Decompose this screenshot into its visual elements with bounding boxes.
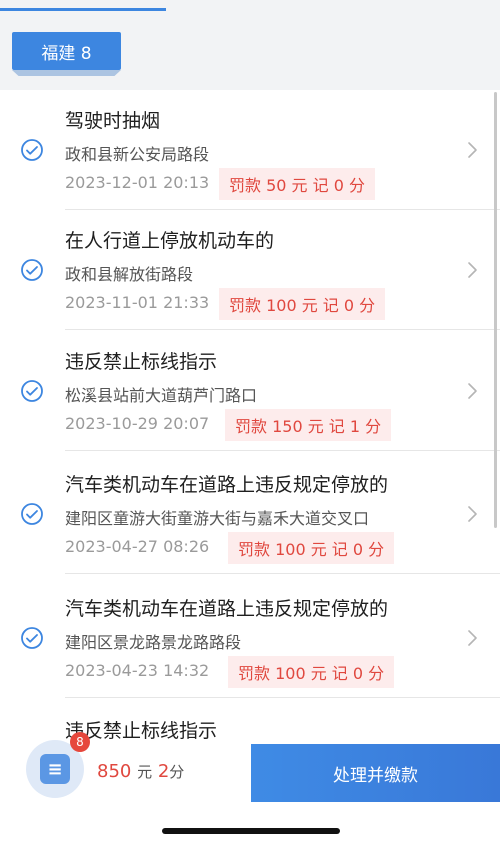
divider [65, 450, 500, 451]
home-indicator[interactable] [162, 828, 340, 834]
fine-badge: 罚款 150 元 记 1 分 [225, 409, 392, 441]
check-circle-icon[interactable] [20, 258, 44, 282]
scrollbar[interactable] [494, 92, 497, 528]
violation-place: 建阳区童游大街童游大街与嘉禾大道交叉口 [65, 509, 370, 528]
total-points-unit: 分 [169, 763, 185, 781]
violation-time: 2023-11-01 21:33 [65, 293, 210, 312]
header-area: 福建 8 [0, 0, 500, 90]
check-circle-icon[interactable] [20, 502, 44, 526]
total-amount-unit: 元 [137, 763, 153, 781]
fine-badge: 罚款 50 元 记 0 分 [219, 168, 375, 200]
chevron-right-icon[interactable] [466, 261, 480, 279]
violation-item[interactable]: 汽车类机动车在道路上违反规定停放的 建阳区景龙路景龙路路段 2023-04-23… [0, 578, 500, 698]
violation-item[interactable]: 在人行道上停放机动车的 政和县解放街路段 2023-11-01 21:33 罚款… [0, 210, 500, 330]
divider [65, 697, 500, 698]
violation-title: 汽车类机动车在道路上违反规定停放的 [65, 474, 389, 496]
chevron-right-icon[interactable] [466, 382, 480, 400]
total-amount: 850 [97, 761, 132, 782]
fine-badge: 罚款 100 元 记 0 分 [228, 532, 395, 564]
home-area [0, 802, 500, 844]
check-circle-icon[interactable] [20, 379, 44, 403]
violation-place: 政和县解放街路段 [65, 265, 194, 284]
violation-item[interactable]: 违反禁止标线指示 松溪县站前大道葫芦门路口 2023-10-29 20:07 罚… [0, 331, 500, 451]
violation-time: 2023-10-29 20:07 [65, 414, 210, 433]
violation-time: 2023-04-27 08:26 [65, 537, 210, 556]
process-and-pay-button[interactable]: 处理并缴款 [251, 744, 500, 802]
violation-title: 违反禁止标线指示 [65, 351, 218, 373]
violation-title: 驾驶时抽烟 [65, 110, 161, 132]
violation-item[interactable]: 驾驶时抽烟 政和县新公安局路段 2023-12-01 20:13 罚款 50 元… [0, 90, 500, 210]
active-tab-indicator [0, 8, 166, 11]
total-summary: 850 元 2分 [97, 761, 184, 782]
fine-badge: 罚款 100 元 记 0 分 [219, 288, 386, 320]
violation-title: 在人行道上停放机动车的 [65, 230, 275, 252]
divider [65, 329, 500, 330]
bill-list-icon: ≡ [40, 754, 70, 784]
violation-list[interactable]: 驾驶时抽烟 政和县新公安局路段 2023-12-01 20:13 罚款 50 元… [0, 90, 500, 744]
violation-item[interactable]: 汽车类机动车在道路上违反规定停放的 建阳区童游大街童游大街与嘉禾大道交叉口 20… [0, 454, 500, 574]
violation-time: 2023-04-23 14:32 [65, 661, 210, 680]
violation-place: 政和县新公安局路段 [65, 145, 210, 164]
chevron-right-icon[interactable] [466, 505, 480, 523]
violation-place: 松溪县站前大道葫芦门路口 [65, 386, 258, 405]
count-badge: 8 [70, 732, 90, 752]
chevron-right-icon[interactable] [466, 629, 480, 647]
violation-time: 2023-12-01 20:13 [65, 173, 210, 192]
check-circle-icon[interactable] [20, 626, 44, 650]
violation-title: 汽车类机动车在道路上违反规定停放的 [65, 598, 389, 620]
fine-badge: 罚款 100 元 记 0 分 [228, 656, 395, 688]
chevron-right-icon[interactable] [466, 141, 480, 159]
check-circle-icon[interactable] [20, 138, 44, 162]
violation-place: 建阳区景龙路景龙路路段 [65, 633, 242, 652]
divider [65, 573, 500, 574]
plate-tag[interactable]: 福建 8 [12, 32, 121, 70]
total-points: 2 [157, 761, 170, 782]
